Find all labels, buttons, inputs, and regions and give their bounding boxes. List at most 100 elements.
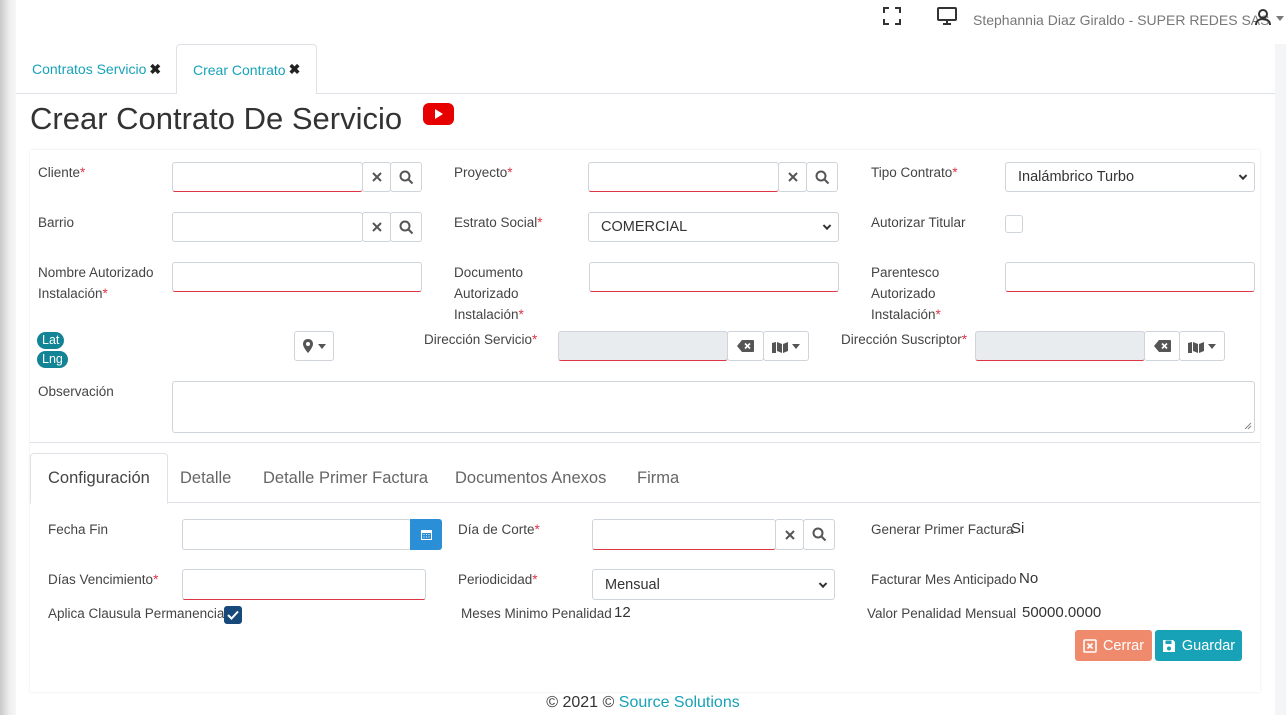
clear-direccion-suscriptor-button[interactable] [1144, 331, 1180, 361]
module-tabs: Contratos Servicio ✖ Crear Contrato ✖ [16, 44, 1275, 95]
tab-detalle[interactable]: Detalle [163, 453, 248, 503]
cerrar-button[interactable]: Cerrar [1075, 630, 1152, 661]
proyecto-label: Proyecto* [454, 165, 513, 180]
clausula-permanencia-checkbox[interactable] [224, 606, 242, 624]
search-dia-corte-button[interactable] [803, 519, 835, 550]
close-icon [784, 529, 795, 540]
observacion-textarea[interactable] [172, 381, 1255, 433]
cliente-label: Cliente* [38, 165, 86, 180]
valor-penalidad-value: 50000.0000 [1022, 604, 1102, 621]
barrio-input[interactable] [172, 212, 363, 242]
map-marker-icon [303, 339, 313, 353]
dia-corte-input[interactable] [592, 519, 776, 550]
section-divider [30, 442, 1260, 443]
caret-down-icon [1208, 343, 1216, 349]
user-icon[interactable] [1254, 8, 1272, 26]
dias-vencimiento-label: Días Vencimiento* [48, 572, 159, 587]
barrio-label: Barrio [38, 215, 75, 230]
documento-autorizado-input[interactable] [589, 262, 839, 292]
search-cliente-button[interactable] [390, 162, 422, 192]
resize-handle-icon[interactable] [1244, 422, 1252, 430]
clear-cliente-button[interactable] [362, 162, 391, 192]
search-proyecto-button[interactable] [806, 162, 838, 192]
proyecto-input[interactable] [588, 162, 779, 192]
guardar-button[interactable]: Guardar [1155, 630, 1242, 661]
company-link[interactable]: Source Solutions [619, 694, 740, 711]
calendar-button[interactable] [410, 519, 442, 550]
backspace-icon [737, 340, 754, 352]
search-icon [815, 170, 829, 184]
selected-value: Inalámbrico Turbo [1018, 169, 1135, 185]
tab-label: Contratos Servicio [32, 61, 147, 77]
autorizar-titular-checkbox[interactable] [1005, 215, 1023, 233]
map-direccion-suscriptor-button[interactable] [1179, 331, 1225, 361]
cerrar-label: Cerrar [1102, 637, 1145, 654]
tab-contratos-servicio[interactable]: Contratos Servicio ✖ [16, 44, 177, 94]
clear-dia-corte-button[interactable] [775, 519, 804, 550]
chevron-down-icon [818, 579, 828, 588]
close-icon[interactable]: ✖ [149, 61, 161, 78]
periodicidad-label: Periodicidad* [458, 572, 538, 587]
backspace-icon [1153, 340, 1171, 352]
guardar-label: Guardar [1181, 637, 1236, 654]
dias-vencimiento-input[interactable] [182, 569, 426, 600]
fecha-fin-label: Fecha Fin [48, 522, 109, 537]
tab-firma[interactable]: Firma [620, 453, 696, 503]
nombre-autorizado-input[interactable] [172, 262, 422, 292]
user-name-label[interactable]: Stephannia Diaz Giraldo - SUPER REDES SA… [973, 12, 1269, 28]
save-icon [1162, 639, 1175, 652]
facturar-mes-anticipado-label: Facturar Mes Anticipado [871, 572, 1017, 587]
youtube-icon[interactable] [423, 103, 454, 125]
search-icon [812, 527, 826, 542]
clear-barrio-button[interactable] [362, 212, 391, 242]
tab-detalle-primer-factura[interactable]: Detalle Primer Factura [246, 453, 445, 503]
lng-badge: Lng [37, 351, 68, 368]
caret-down-icon[interactable] [1276, 16, 1284, 21]
dia-corte-label: Día de Corte* [458, 522, 540, 537]
clausula-permanencia-label: Aplica Clausula Permanencia [48, 606, 225, 621]
tab-configuracion[interactable]: Configuración [30, 453, 168, 504]
copyright-text: © 2021 © [546, 694, 619, 711]
monitor-icon[interactable] [936, 6, 958, 26]
fecha-fin-input[interactable] [182, 519, 411, 550]
chevron-down-icon [1238, 171, 1248, 181]
fullscreen-icon[interactable] [882, 6, 902, 26]
search-barrio-button[interactable] [390, 212, 422, 242]
search-icon [399, 170, 413, 184]
caret-down-icon [318, 343, 326, 349]
parentesco-input[interactable] [1005, 262, 1255, 292]
autorizar-titular-label: Autorizar Titular [871, 215, 966, 230]
direccion-servicio-label: Dirección Servicio* [424, 332, 538, 347]
top-navbar: Stephannia Diaz Giraldo - SUPER REDES SA… [16, 0, 1286, 44]
chevron-down-icon [822, 221, 832, 231]
close-icon [371, 172, 382, 182]
meses-minimo-value: 12 [614, 604, 631, 621]
page-title: Crear Contrato De Servicio [30, 101, 403, 136]
caret-down-icon [792, 343, 800, 349]
direccion-servicio-input[interactable] [558, 331, 728, 361]
close-square-icon [1083, 638, 1097, 653]
clear-direccion-servicio-button[interactable] [727, 331, 764, 361]
clear-proyecto-button[interactable] [778, 162, 807, 192]
tab-crear-contrato[interactable]: Crear Contrato ✖ [176, 44, 318, 95]
selected-value: Mensual [605, 576, 660, 593]
nombre-autorizado-label: Nombre Autorizado Instalación* [38, 265, 154, 301]
map-icon [1188, 342, 1204, 353]
location-dropdown-button[interactable] [294, 331, 334, 361]
cliente-input[interactable] [172, 162, 363, 192]
contract-tabs: Configuración Detalle Detalle Primer Fac… [30, 453, 1260, 504]
facturar-mes-anticipado-value: No [1019, 570, 1039, 587]
checkmark-icon [227, 610, 239, 620]
map-icon [772, 342, 788, 353]
generar-primer-factura-label: Generar Primer Factura [871, 522, 1014, 537]
tab-documentos-anexos[interactable]: Documentos Anexos [438, 453, 623, 503]
close-icon[interactable]: ✖ [289, 61, 301, 78]
estrato-select[interactable]: COMERCIAL [588, 212, 839, 242]
direccion-suscriptor-input[interactable] [975, 331, 1145, 361]
map-direccion-servicio-button[interactable] [763, 331, 809, 361]
close-icon [371, 222, 382, 232]
tipo-contrato-select[interactable]: Inalámbrico Turbo [1005, 162, 1255, 192]
periodicidad-select[interactable]: Mensual [592, 569, 835, 600]
search-icon [399, 220, 413, 234]
left-panel-shadow [0, 0, 16, 715]
